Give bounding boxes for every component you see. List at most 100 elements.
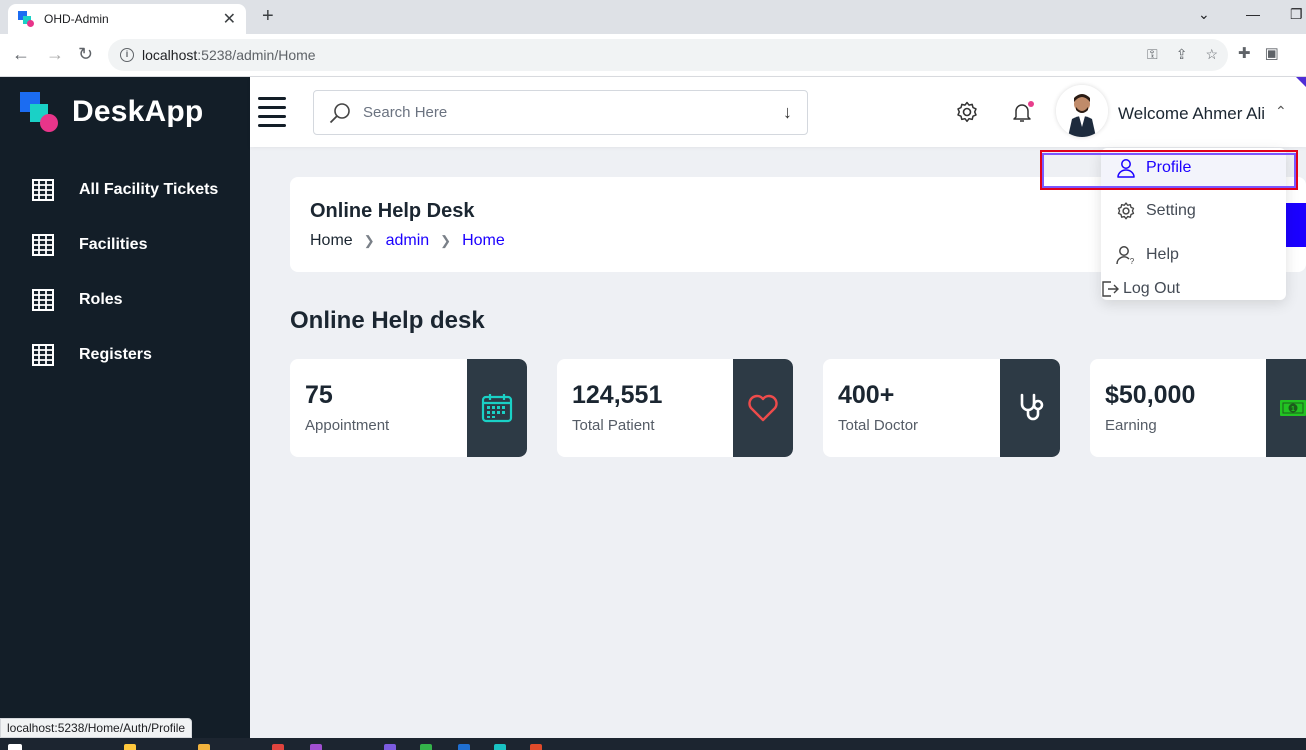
stat-label: Total Patient (572, 417, 655, 434)
svg-text:?: ? (1130, 257, 1135, 265)
stat-icon-box (733, 359, 793, 457)
stat-icon-box: 1 (1266, 359, 1306, 457)
stat-card-total-doctor: 400+ Total Doctor (823, 359, 1060, 457)
breadcrumb-separator-icon: ❯ (363, 233, 375, 248)
stat-value: 400+ (838, 381, 895, 409)
breadcrumb-home[interactable]: Home (310, 232, 353, 250)
taskbar-app-icon[interactable] (310, 744, 322, 750)
money-icon: 1 (1280, 400, 1306, 416)
deskapp-favicon-icon (18, 11, 34, 27)
taskbar-app-icon[interactable] (494, 744, 506, 750)
search-dropdown-arrow-icon[interactable]: ↓ (783, 102, 792, 123)
logo-text: DeskApp (72, 95, 204, 128)
section-title: Online Help desk (290, 307, 485, 334)
chevron-up-icon[interactable]: ⌃ (1275, 103, 1287, 120)
bookmark-star-icon[interactable]: ☆ (1205, 46, 1218, 63)
menu-toggle-icon[interactable] (258, 97, 286, 127)
menu-item-label: Help (1146, 246, 1179, 263)
windows-start-icon[interactable] (8, 744, 22, 750)
browser-addressbar: ← → ↻ i localhost:5238/admin/Home ⚿ ⇪ ☆ … (0, 34, 1306, 77)
table-icon (32, 178, 54, 201)
help-user-icon: ? (1116, 246, 1135, 265)
visual-studio-icon[interactable] (384, 744, 396, 750)
heart-icon (748, 394, 778, 422)
top-header: ↓ Welcome Ahmer Ali ⌃ (250, 77, 1306, 147)
taskbar-app-icon[interactable] (458, 744, 470, 750)
url-bar[interactable]: i localhost:5238/admin/Home ⚿ ⇪ ☆ (108, 39, 1228, 71)
search-icon (329, 102, 350, 123)
password-key-icon[interactable]: ⚿ (1147, 46, 1158, 63)
stat-label: Appointment (305, 417, 390, 434)
search-input[interactable] (363, 104, 783, 121)
stat-icon-box (1000, 359, 1060, 457)
table-icon (32, 288, 54, 311)
stat-value: $50,000 (1105, 381, 1196, 409)
user-photo-icon (1056, 85, 1108, 137)
taskbar-app-icon[interactable] (420, 744, 432, 750)
menu-item-label: Log Out (1123, 280, 1180, 297)
sidebar-item-all-facility-tickets[interactable]: All Facility Tickets (0, 162, 250, 217)
share-icon[interactable]: ⇪ (1176, 46, 1188, 63)
taskbar-app-icon[interactable] (272, 744, 284, 750)
sidebar: DeskApp All Facility Tickets Facilities … (0, 77, 250, 750)
forward-icon[interactable]: → (46, 44, 64, 65)
tab-search-chevron-icon[interactable]: ⌄ (1198, 6, 1210, 23)
restore-icon[interactable]: ❐ (1290, 6, 1303, 23)
sidebar-item-label: Roles (79, 290, 123, 308)
stat-value: 75 (305, 381, 333, 409)
table-icon (32, 343, 54, 366)
stat-card-earning: $50,000 Earning 1 (1090, 359, 1306, 457)
sidebar-menu: All Facility Tickets Facilities Roles Re… (0, 162, 250, 382)
focus-highlight-inner (1042, 153, 1296, 188)
stat-card-appointment: 75 Appointment (290, 359, 527, 457)
notification-dot (1028, 101, 1034, 107)
menu-item-label: Setting (1146, 202, 1196, 219)
stat-card-total-patient: 124,551 Total Patient (557, 359, 793, 457)
stat-label: Earning (1105, 417, 1157, 434)
search-box[interactable]: ↓ (313, 90, 808, 135)
menu-item-logout[interactable]: Log Out (1101, 271, 1286, 307)
tab-title: OHD-Admin (44, 12, 109, 26)
site-info-icon[interactable]: i (120, 48, 134, 62)
logout-icon (1102, 281, 1119, 297)
chrome-icon[interactable] (530, 744, 542, 750)
sidebar-item-registers[interactable]: Registers (0, 327, 250, 382)
sidebar-item-roles[interactable]: Roles (0, 272, 250, 327)
menu-item-setting[interactable]: Setting (1101, 193, 1286, 229)
logo[interactable]: DeskApp (20, 92, 203, 132)
file-explorer-icon[interactable] (198, 744, 210, 750)
sidebar-item-label: Facilities (79, 235, 148, 253)
stethoscope-icon (1020, 393, 1044, 421)
new-tab-button[interactable]: + (262, 5, 274, 28)
stat-label: Total Doctor (838, 417, 919, 434)
menu-item-help[interactable]: ? Help (1101, 237, 1286, 273)
os-taskbar (0, 738, 1306, 750)
page-title: Online Help Desk (310, 200, 475, 222)
svg-text:1: 1 (1291, 406, 1295, 413)
deskapp-logo-icon (20, 92, 60, 132)
sidebar-item-label: All Facility Tickets (79, 180, 219, 198)
side-panel-icon[interactable]: ▣ (1265, 44, 1279, 62)
breadcrumb: Home ❯ admin ❯ Home (310, 232, 505, 250)
breadcrumb-separator-icon: ❯ (440, 233, 452, 248)
minimize-icon[interactable]: — (1246, 6, 1260, 22)
calendar-icon (481, 394, 513, 423)
back-icon[interactable]: ← (12, 44, 30, 65)
table-icon (32, 233, 54, 256)
reload-icon[interactable]: ↻ (78, 44, 93, 65)
stat-value: 124,551 (572, 381, 663, 409)
stat-icon-box (467, 359, 527, 457)
browser-tabbar: OHD-Admin ✕ + ⌄ — ❐ (0, 0, 1306, 34)
sidebar-item-facilities[interactable]: Facilities (0, 217, 250, 272)
url-text[interactable]: localhost:5238/admin/Home (142, 47, 316, 63)
breadcrumb-admin[interactable]: admin (386, 232, 430, 250)
tab-close-icon[interactable]: ✕ (223, 9, 236, 29)
sidebar-item-label: Registers (79, 345, 152, 363)
settings-gear-icon[interactable] (955, 100, 979, 124)
welcome-text[interactable]: Welcome Ahmer Ali (1118, 104, 1265, 124)
extensions-icon[interactable]: ✚ (1238, 44, 1251, 62)
browser-tab[interactable]: OHD-Admin ✕ (8, 4, 246, 34)
breadcrumb-current: Home (462, 232, 505, 249)
taskbar-app-icon[interactable] (124, 744, 136, 750)
avatar[interactable] (1056, 85, 1108, 137)
